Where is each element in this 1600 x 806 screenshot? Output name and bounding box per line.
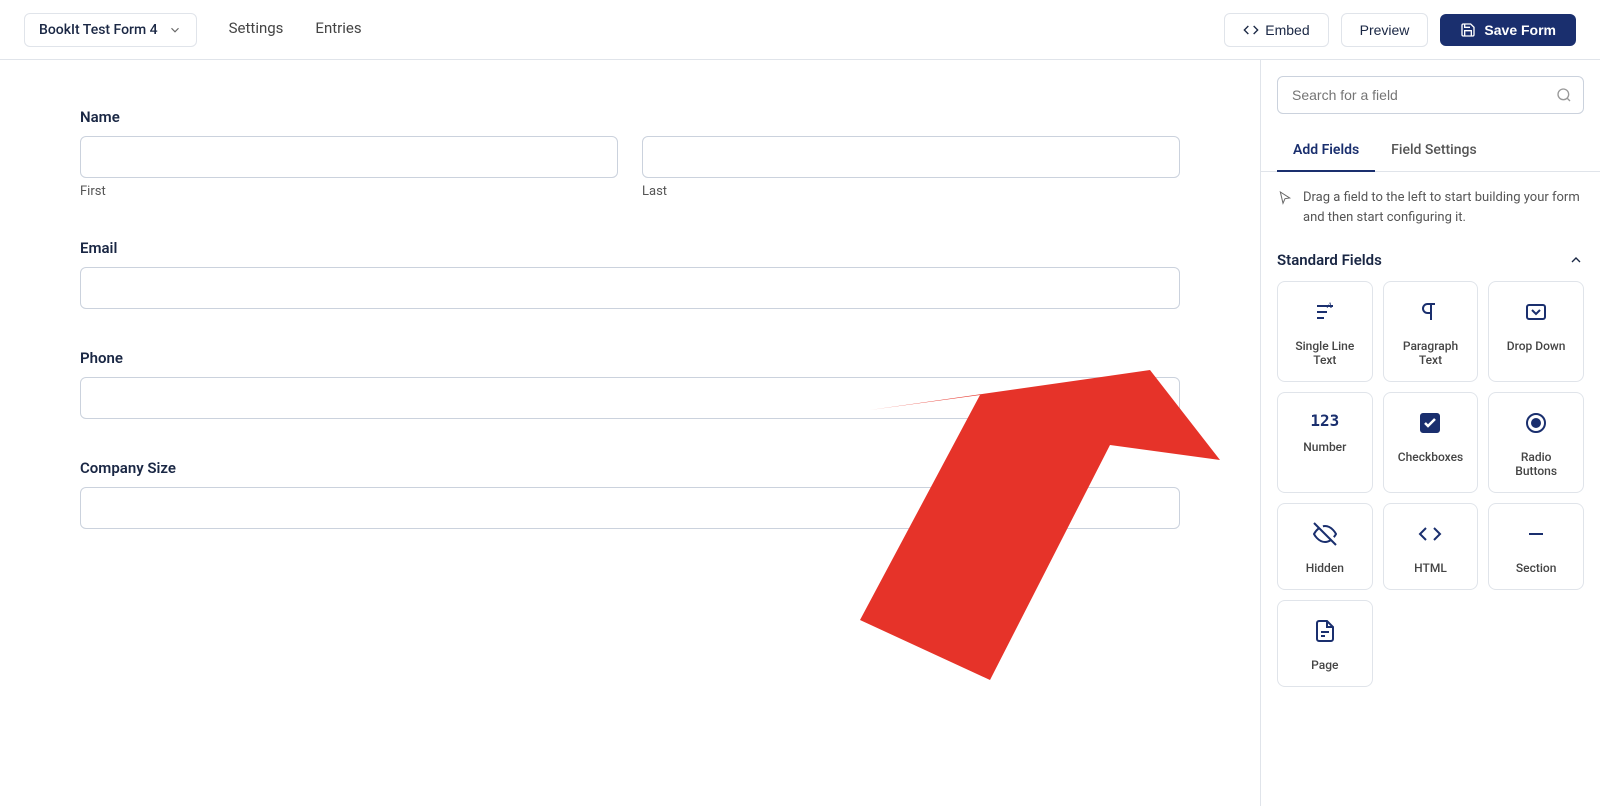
settings-link[interactable]: Settings bbox=[229, 19, 284, 41]
save-icon bbox=[1460, 22, 1476, 38]
html-icon bbox=[1418, 522, 1442, 551]
radio-buttons-icon bbox=[1524, 411, 1548, 440]
entries-link[interactable]: Entries bbox=[315, 19, 361, 41]
app-header: BookIt Test Form 4 Settings Entries Embe… bbox=[0, 0, 1600, 60]
sidebar-search-area bbox=[1261, 60, 1600, 114]
email-wrapper bbox=[80, 267, 1180, 309]
sidebar-tabs: Add Fields Field Settings bbox=[1261, 130, 1600, 172]
fields-grid: A Single Line Text Paragraph Text bbox=[1261, 281, 1600, 703]
form-name: BookIt Test Form 4 bbox=[39, 22, 158, 38]
drop-down-icon bbox=[1524, 300, 1548, 329]
field-card-single-line-text[interactable]: A Single Line Text bbox=[1277, 281, 1373, 382]
right-sidebar: Add Fields Field Settings Drag a field t… bbox=[1260, 60, 1600, 806]
svg-text:A: A bbox=[1326, 301, 1332, 310]
phone-input[interactable] bbox=[80, 377, 1180, 419]
last-name-sublabel: Last bbox=[642, 184, 1180, 199]
search-wrapper bbox=[1277, 76, 1584, 114]
field-card-section[interactable]: Section bbox=[1488, 503, 1584, 590]
embed-button[interactable]: Embed bbox=[1224, 13, 1328, 47]
number-label: Number bbox=[1303, 440, 1346, 454]
email-input[interactable] bbox=[80, 267, 1180, 309]
last-name-wrapper: Last bbox=[642, 136, 1180, 199]
paragraph-text-icon bbox=[1418, 300, 1442, 329]
section-label: Section bbox=[1516, 561, 1557, 575]
field-card-html[interactable]: HTML bbox=[1383, 503, 1479, 590]
name-label: Name bbox=[80, 108, 1180, 126]
single-line-text-label: Single Line Text bbox=[1288, 339, 1362, 367]
email-field-group: Email bbox=[80, 239, 1180, 309]
standard-fields-section: Standard Fields bbox=[1261, 243, 1600, 281]
field-card-number[interactable]: 123 Number bbox=[1277, 392, 1373, 493]
company-size-label: Company Size bbox=[80, 459, 1180, 477]
chevron-down-icon bbox=[168, 23, 182, 37]
page-icon bbox=[1313, 619, 1337, 648]
section-icon bbox=[1524, 522, 1548, 551]
html-label: HTML bbox=[1414, 561, 1447, 575]
paragraph-text-label: Paragraph Text bbox=[1394, 339, 1468, 367]
field-card-checkboxes[interactable]: Checkboxes bbox=[1383, 392, 1479, 493]
field-card-drop-down[interactable]: Drop Down bbox=[1488, 281, 1584, 382]
email-label: Email bbox=[80, 239, 1180, 257]
search-input[interactable] bbox=[1277, 76, 1584, 114]
company-size-field-group: Company Size bbox=[80, 459, 1180, 529]
tab-add-fields[interactable]: Add Fields bbox=[1277, 130, 1375, 172]
phone-label: Phone bbox=[80, 349, 1180, 367]
embed-icon bbox=[1243, 22, 1259, 38]
preview-button[interactable]: Preview bbox=[1341, 13, 1429, 47]
field-card-hidden[interactable]: Hidden bbox=[1277, 503, 1373, 590]
field-card-paragraph-text[interactable]: Paragraph Text bbox=[1383, 281, 1479, 382]
header-actions: Embed Preview Save Form bbox=[1224, 13, 1576, 47]
tab-field-settings[interactable]: Field Settings bbox=[1375, 130, 1493, 172]
last-name-input[interactable] bbox=[642, 136, 1180, 178]
main-layout: Name First Last Email Phone bbox=[0, 60, 1600, 806]
first-name-wrapper: First bbox=[80, 136, 618, 199]
search-icon bbox=[1556, 87, 1572, 103]
number-icon: 123 bbox=[1310, 411, 1339, 430]
first-name-sublabel: First bbox=[80, 184, 618, 199]
drop-down-label: Drop Down bbox=[1507, 339, 1566, 353]
drag-hint: Drag a field to the left to start buildi… bbox=[1261, 172, 1600, 243]
checkboxes-label: Checkboxes bbox=[1398, 450, 1463, 464]
form-canvas: Name First Last Email Phone bbox=[0, 60, 1260, 806]
chevron-up-icon bbox=[1568, 252, 1584, 268]
company-size-input[interactable] bbox=[80, 487, 1180, 529]
hidden-icon bbox=[1313, 522, 1337, 551]
company-size-wrapper bbox=[80, 487, 1180, 529]
hidden-label: Hidden bbox=[1306, 561, 1344, 575]
phone-wrapper bbox=[80, 377, 1180, 419]
name-field-row: First Last bbox=[80, 136, 1180, 199]
save-form-button[interactable]: Save Form bbox=[1440, 14, 1576, 46]
page-label: Page bbox=[1311, 658, 1338, 672]
cursor-icon bbox=[1277, 190, 1293, 206]
field-card-page[interactable]: Page bbox=[1277, 600, 1373, 687]
form-selector[interactable]: BookIt Test Form 4 bbox=[24, 13, 197, 47]
phone-field-group: Phone bbox=[80, 349, 1180, 419]
header-nav: Settings Entries bbox=[229, 19, 362, 41]
single-line-text-icon: A bbox=[1313, 300, 1337, 329]
field-card-radio-buttons[interactable]: Radio Buttons bbox=[1488, 392, 1584, 493]
checkboxes-icon bbox=[1418, 411, 1442, 440]
first-name-input[interactable] bbox=[80, 136, 618, 178]
name-field-group: Name First Last bbox=[80, 108, 1180, 199]
radio-buttons-label: Radio Buttons bbox=[1499, 450, 1573, 478]
